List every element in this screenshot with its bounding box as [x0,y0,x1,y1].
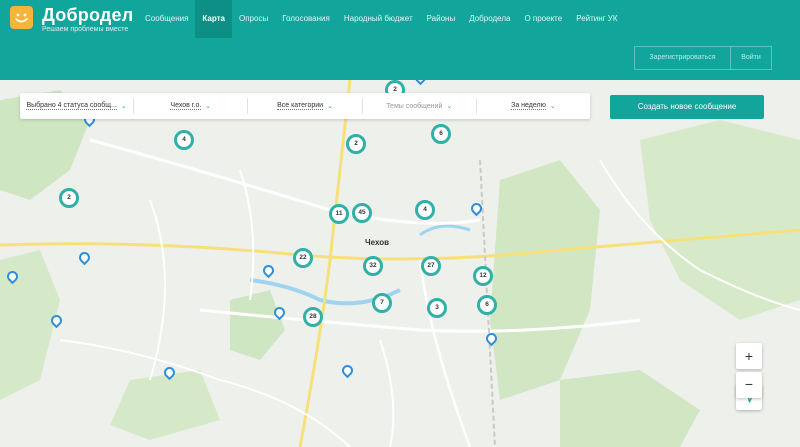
nav-item-map[interactable]: Карта [195,0,232,38]
map-cluster[interactable]: 45 [352,203,372,223]
map-cluster[interactable]: 32 [363,256,383,276]
filter-topic[interactable]: Темы сообщений ⌄ [363,98,477,114]
filter-period-label: За неделю [511,102,546,110]
filter-status[interactable]: Выбрано 4 статуса сообщ... ⌄ [20,98,135,114]
map-tiles [0,80,800,447]
filter-category[interactable]: Все категории ⌄ [248,98,363,114]
map-cluster[interactable]: 27 [421,256,441,276]
brand-tagline: Решаем проблемы вместе [42,26,129,33]
dobrodel-logo-icon[interactable] [10,6,33,29]
chevron-down-icon: ⌄ [120,103,127,110]
nav-item-messages[interactable]: Сообщения [138,0,195,38]
zoom-in-button[interactable]: + [736,343,762,369]
filter-bar: Выбрано 4 статуса сообщ... ⌄ Чехов г.о. ⌄ … [20,93,590,119]
filter-topic-label: Темы сообщений [386,102,443,110]
map-cluster[interactable]: 6 [477,295,497,315]
create-message-button[interactable]: Создать новое сообщение [610,95,764,119]
map-cluster[interactable]: 28 [303,307,323,327]
nav-item-budget[interactable]: Народный бюджет [337,0,420,38]
map-cluster[interactable]: 12 [473,266,493,286]
chevron-down-icon: ⌄ [327,103,333,110]
filter-period[interactable]: За неделю ⌄ [477,98,590,114]
brand-name[interactable]: Добродел [42,5,133,26]
map-cluster[interactable]: 2 [346,134,366,154]
nav-item-rating[interactable]: Рейтинг УК [569,0,624,38]
map-view[interactable]: 2 4 6 2 2 11 45 4 22 32 27 12 7 3 6 28 Ч… [0,80,800,447]
map-cluster[interactable]: 11 [329,204,349,224]
city-label: Чехов [365,238,390,247]
filter-category-label: Все категории [277,102,324,110]
login-button[interactable]: Войти [731,47,771,69]
map-cluster[interactable]: 22 [293,248,313,268]
map-cluster[interactable]: 3 [427,298,447,318]
map-cluster[interactable]: 4 [174,130,194,150]
map-cluster[interactable]: 2 [59,188,79,208]
register-button[interactable]: Зарегистрироваться [635,47,731,69]
filter-district-label: Чехов г.о. [170,102,202,110]
chevron-down-icon: ⌄ [205,103,212,110]
nav-item-about[interactable]: О проекте [517,0,569,38]
chevron-down-icon: ⌄ [446,103,453,110]
nav-item-polls[interactable]: Опросы [232,0,275,38]
filter-status-label: Выбрано 4 статуса сообщ... [26,102,117,110]
nav-item-districts[interactable]: Районы [420,0,463,38]
map-cluster[interactable]: 7 [372,293,392,313]
main-nav: Сообщения Карта Опросы Голосования Народ… [138,0,625,38]
zoom-out-button[interactable]: − [736,372,762,398]
nav-item-dobrodela[interactable]: Добродела [462,0,517,38]
auth-box: Зарегистрироваться Войти [634,46,772,70]
map-cluster[interactable]: 4 [415,200,435,220]
filter-district[interactable]: Чехов г.о. ⌄ [134,98,249,114]
nav-item-votes[interactable]: Голосования [275,0,337,38]
site-header: Добродел Решаем проблемы вместе Сообщени… [0,0,800,80]
chevron-down-icon: ⌄ [549,103,556,110]
map-cluster[interactable]: 6 [431,124,451,144]
